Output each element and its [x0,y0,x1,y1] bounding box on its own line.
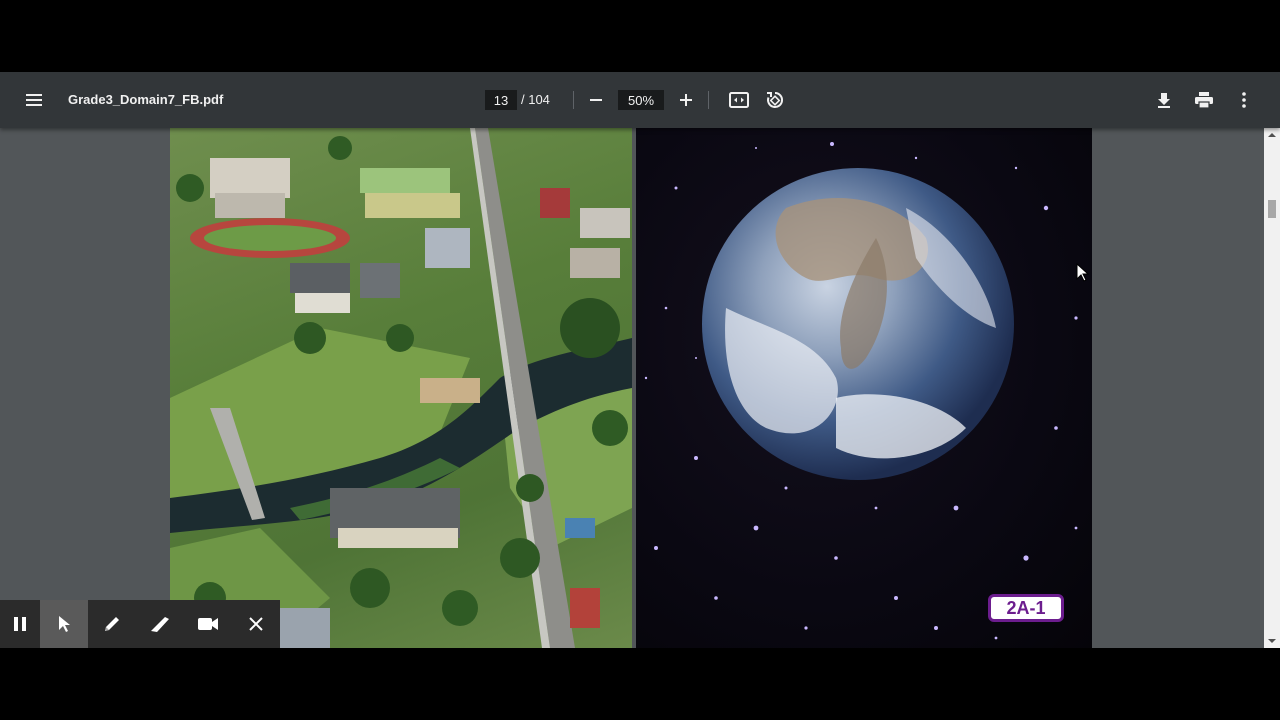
pause-button[interactable] [0,600,40,648]
highlighter-tool-button[interactable] [136,600,184,648]
rotate-button[interactable] [762,88,788,112]
pointer-tool-button[interactable] [40,600,88,648]
pen-icon [105,617,119,631]
plus-icon [680,94,692,106]
download-icon [1158,93,1170,108]
fit-page-icon [729,92,749,108]
toolbar-divider [573,91,574,109]
pen-tool-button[interactable] [88,600,136,648]
page-badge: 2A-1 [988,594,1064,622]
mouse-cursor-icon [1076,263,1090,282]
minus-icon [590,99,602,101]
fit-page-button[interactable] [726,88,752,112]
scroll-thumb[interactable] [1268,200,1276,218]
pdf-viewer: Grade3_Domain7_FB.pdf / 104 [0,72,1280,648]
menu-button[interactable] [20,86,48,114]
highlighter-icon [151,617,169,632]
pages-container: 2A-1 [170,128,1092,648]
video-camera-icon [198,618,218,630]
zoom-input[interactable] [618,90,664,110]
page-total: / 104 [521,92,550,107]
cursor-icon [59,616,70,632]
print-icon [1195,92,1213,108]
pdf-toolbar: Grade3_Domain7_FB.pdf / 104 [0,72,1280,128]
camera-button[interactable] [184,600,232,648]
annotation-toolbar [0,600,280,648]
download-button[interactable] [1152,88,1176,112]
toolbar-divider [708,91,709,109]
close-toolbar-button[interactable] [232,600,280,648]
print-button[interactable] [1192,88,1216,112]
hamburger-icon [26,94,42,106]
pdf-page-aerial-photo [170,128,632,648]
vertical-scrollbar[interactable] [1264,128,1280,648]
more-vert-icon [1242,92,1246,108]
zoom-in-button[interactable] [674,88,698,112]
zoom-out-button[interactable] [584,88,608,112]
file-title: Grade3_Domain7_FB.pdf [68,92,224,107]
pause-icon [14,617,26,631]
aerial-town-image [170,128,632,648]
rotate-icon [767,91,784,108]
scroll-up-icon[interactable] [1264,128,1280,142]
scroll-down-icon[interactable] [1264,634,1280,648]
page-number-input[interactable] [485,90,517,110]
close-icon [249,617,263,631]
pdf-page-earth: 2A-1 [636,128,1092,648]
earth-space-image [644,142,1078,640]
more-actions-button[interactable] [1232,88,1256,112]
